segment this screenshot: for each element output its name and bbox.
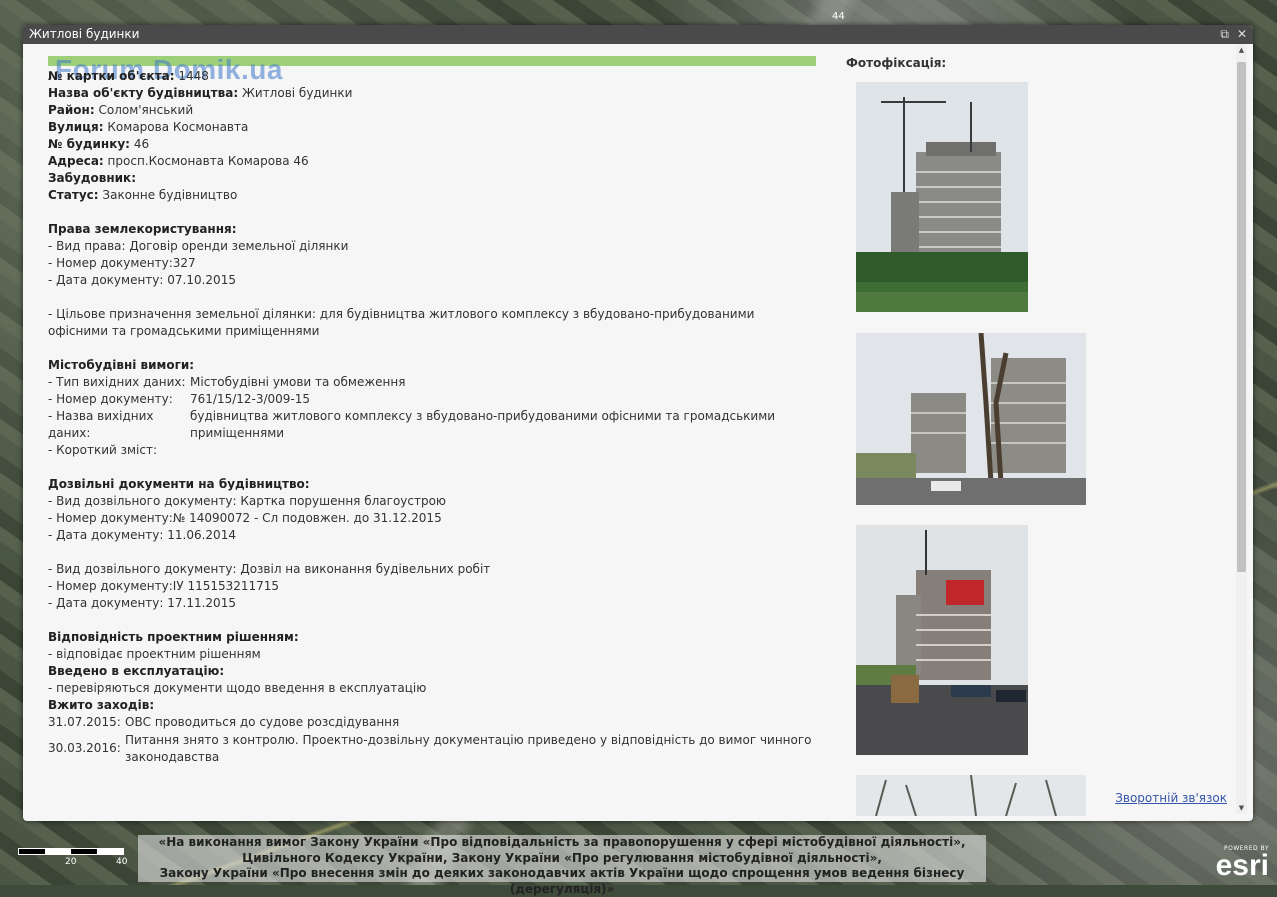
construction-photo-4[interactable] — [856, 775, 1086, 816]
legal-notice: «На виконання вимог Закону України «Про … — [138, 835, 986, 896]
commissioned-heading: Введено в експлуатацію: — [48, 664, 225, 678]
commissioned-value: - перевіряються документи щодо введення … — [48, 681, 427, 695]
field-value: Законне будівництво — [102, 188, 238, 202]
popup-body: Forum.Domik.ua № картки об'єкта: 1448 На… — [23, 44, 1253, 821]
address-row: Адреса: просп.Космонавта Комарова 46 — [48, 153, 818, 170]
scale-label-40: 40 — [116, 857, 128, 867]
developer-row: Забудовник: — [48, 170, 818, 187]
field-label: № будинку: — [48, 137, 130, 151]
status-row: Статус: Законне будівництво — [48, 187, 818, 204]
measure-date: 30.03.2016: — [48, 741, 121, 755]
field-value: Житлові будинки — [241, 86, 353, 100]
permit-2-number: - Номер документу:ІУ 115153211715 — [48, 579, 280, 593]
urban-value: 761/15/12-3/009-15 — [190, 392, 311, 406]
urban-value: Містобудівні умови та обмеження — [190, 375, 406, 389]
object-name-row: Назва об'єкту будівництва: Житлові будин… — [48, 85, 818, 102]
measure-item: 30.03.2016: Питання знято з контролю. Про… — [48, 732, 818, 766]
measure-item: 31.07.2015: ОВС проводиться до судове роз… — [48, 714, 818, 731]
close-icon[interactable]: ✕ — [1237, 25, 1247, 44]
urban-name-row: - Назва вихідних даних: будівництва житло… — [48, 408, 818, 442]
field-value: 1448 — [178, 69, 209, 83]
field-label: Статус: — [48, 188, 99, 202]
land-purpose: - Цільове призначення земельної ділянки:… — [48, 307, 755, 338]
photos-title: Фотофіксація: — [846, 56, 947, 70]
urban-value — [190, 442, 818, 459]
construction-photo-1[interactable] — [856, 82, 1028, 312]
district-row: Район: Солом'янський — [48, 102, 818, 119]
permit-1-type: - Вид дозвільного документу: Картка пору… — [48, 494, 447, 508]
measure-text: ОВС проводиться до судове розсдідування — [125, 715, 400, 729]
urban-summary-row: - Короткий зміст: — [48, 442, 818, 459]
popup-scrollbar[interactable]: ▲ ▼ — [1236, 44, 1247, 814]
permit-1-number: - Номер документу:№ 14090072 - Сл подовж… — [48, 511, 442, 525]
permits-heading: Дозвільні документи на будівництво: — [48, 477, 310, 491]
scale-bar-graphic — [18, 848, 124, 855]
field-value: Солом'янський — [98, 103, 194, 117]
urban-key: - Назва вихідних даних: — [48, 409, 154, 440]
legal-line-3: Закону України «Про внесення змін до дея… — [159, 866, 965, 896]
legal-line-1: «На виконання вимог Закону України «Про … — [158, 835, 966, 849]
field-label: Вулиця: — [48, 120, 104, 134]
popup-title: Житлові будинки — [29, 27, 140, 41]
field-label: Район: — [48, 103, 95, 117]
measure-date: 31.07.2015: — [48, 715, 121, 729]
scale-bar: 20 40 — [18, 848, 127, 867]
construction-photo-2[interactable] — [856, 333, 1086, 505]
legal-line-2: Цивільного Кодексу України, Закону Украї… — [242, 850, 882, 865]
field-value: 46 — [133, 137, 150, 151]
scroll-down-icon[interactable]: ▼ — [1236, 804, 1247, 812]
photo-panel: Фотофіксація: — [846, 56, 1236, 816]
land-doc-number: - Номер документу:327 — [48, 256, 196, 270]
urban-type-row: - Тип вихідних даних: Містобудівні умови … — [48, 374, 818, 391]
card-number-row: № картки об'єкта: 1448 — [48, 68, 818, 85]
land-doc-date: - Дата документу: 07.10.2015 — [48, 273, 236, 287]
urban-key: - Короткий зміст: — [48, 443, 158, 457]
field-label: № картки об'єкта: — [48, 69, 175, 83]
scroll-thumb[interactable] — [1237, 62, 1246, 572]
urban-key: - Тип вихідних даних: — [48, 375, 186, 389]
urban-heading: Містобудівні вимоги: — [48, 358, 195, 372]
info-popup: Житлові будинки ⧉ ✕ Forum.Domik.ua № кар… — [23, 25, 1253, 821]
scroll-up-icon[interactable]: ▲ — [1236, 46, 1247, 54]
field-label: Забудовник: — [48, 171, 136, 185]
scale-label-20: 20 — [65, 857, 77, 867]
permit-1-date: - Дата документу: 11.06.2014 — [48, 528, 236, 542]
compliance-heading: Відповідність проектним рішенням: — [48, 630, 299, 644]
house-row: № будинку: 46 — [48, 136, 818, 153]
urban-key: - Номер документу: — [48, 392, 173, 406]
urban-number-row: - Номер документу: 761/15/12-3/009-15 — [48, 391, 818, 408]
esri-wordmark: esri — [1215, 849, 1269, 882]
land-right-type: - Вид права: Договір оренди земельної ді… — [48, 239, 349, 253]
measures-heading: Вжито заходів: — [48, 698, 155, 712]
feedback-link[interactable]: Зворотній зв'язок — [1115, 791, 1227, 805]
field-value: просп.Космонавта Комарова 46 — [107, 154, 309, 168]
street-row: Вулиця: Комарова Космонавта — [48, 119, 818, 136]
compliance-value: - відповідає проектним рішенням — [48, 647, 261, 661]
map-label: 44 — [832, 11, 845, 22]
construction-photo-3[interactable] — [856, 525, 1028, 755]
land-heading: Права землекористування: — [48, 222, 237, 236]
field-label: Адреса: — [48, 154, 104, 168]
object-details: № картки об'єкта: 1448 Назва об'єкту буд… — [48, 68, 818, 766]
maximize-icon[interactable]: ⧉ — [1220, 25, 1229, 44]
permit-2-type: - Вид дозвільного документу: Дозвіл на в… — [48, 562, 491, 576]
field-label: Назва об'єкту будівництва: — [48, 86, 239, 100]
measure-text: Питання знято з контролю. Проектно-дозві… — [125, 733, 812, 764]
field-value: Комарова Космонавта — [107, 120, 249, 134]
urban-value: будівництва житлового комплексу з вбудов… — [190, 409, 776, 440]
popup-header: Житлові будинки ⧉ ✕ — [23, 25, 1253, 44]
esri-logo[interactable]: POWERED BY esri — [1215, 845, 1269, 882]
permit-2-date: - Дата документу: 17.11.2015 — [48, 596, 236, 610]
